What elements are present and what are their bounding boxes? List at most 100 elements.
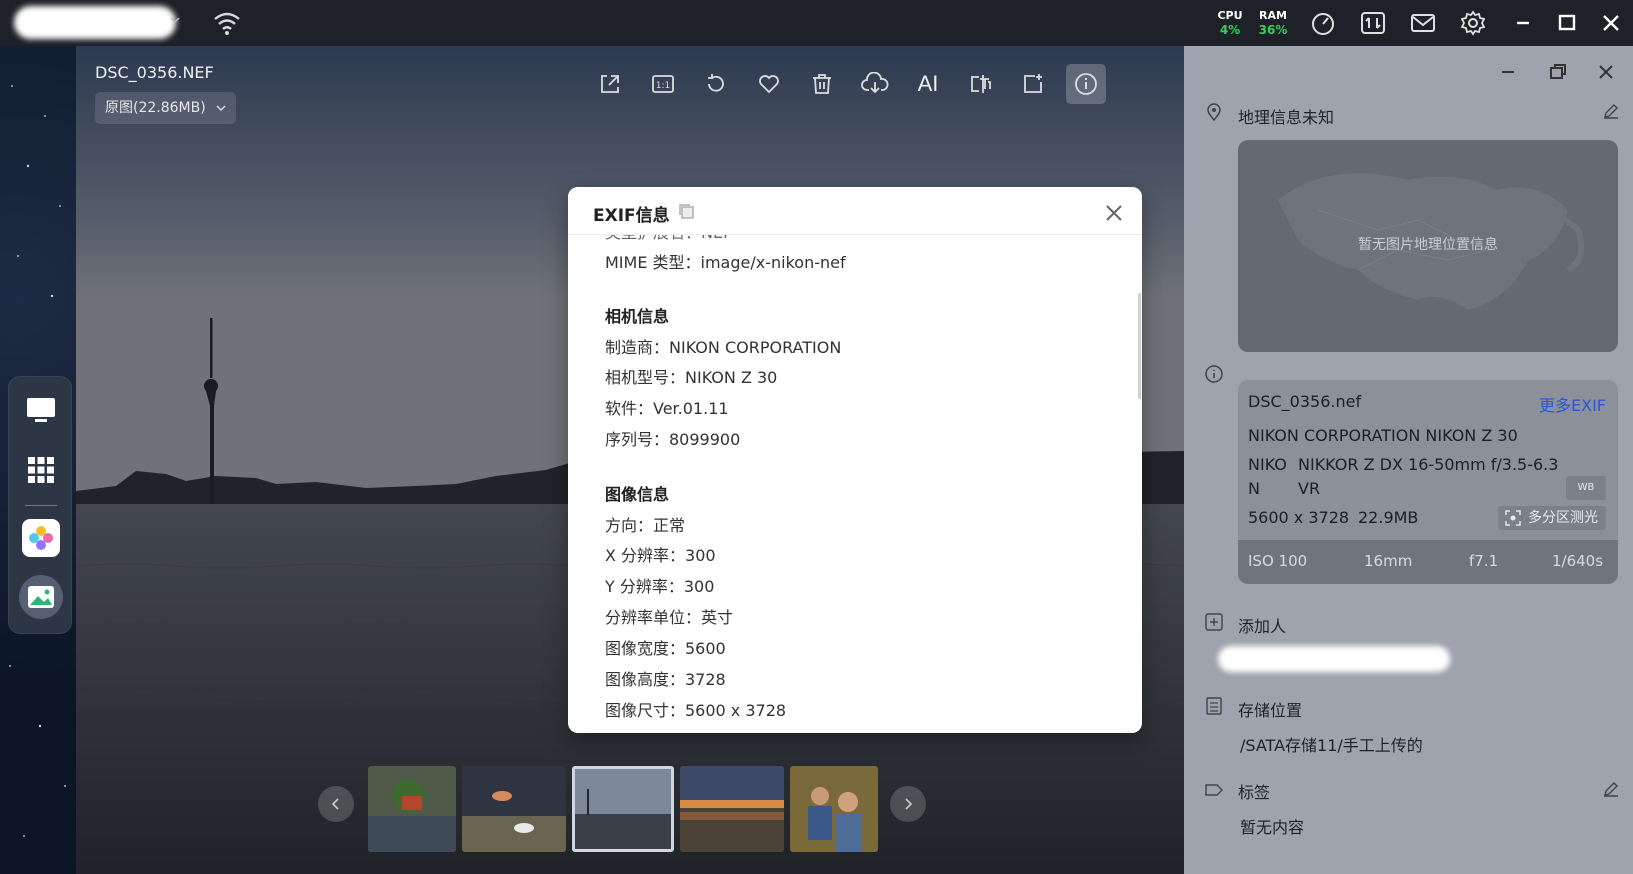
top-bar: CPU 4% RAM 36% bbox=[0, 0, 1633, 46]
white-balance-badge: WB bbox=[1566, 476, 1606, 500]
white-balance-label: WB bbox=[1577, 482, 1595, 493]
ai-button[interactable]: AI bbox=[908, 64, 948, 104]
rotate-button[interactable] bbox=[696, 64, 736, 104]
exif-focal-length: 16mm bbox=[1364, 552, 1413, 570]
panel-close-icon[interactable] bbox=[1594, 60, 1618, 84]
dock-gallery-app[interactable] bbox=[19, 575, 63, 619]
thumbnail-image bbox=[790, 766, 878, 852]
add-to-album-icon bbox=[1024, 74, 1042, 93]
location-map[interactable]: 暂无图片地理位置信息 bbox=[1238, 140, 1618, 352]
ram-stat[interactable]: RAM 36% bbox=[1253, 9, 1293, 37]
maximize-icon[interactable] bbox=[1554, 10, 1580, 36]
file-title: DSC_0356.NEF bbox=[95, 63, 214, 82]
account-pill[interactable] bbox=[14, 6, 176, 39]
monitor-icon bbox=[27, 398, 55, 422]
info-circle-icon bbox=[1205, 365, 1223, 383]
chevron-down-icon bbox=[216, 105, 226, 112]
close-icon[interactable] bbox=[1598, 10, 1624, 36]
prev-photo-button[interactable] bbox=[318, 786, 354, 822]
size-select-label: 原图(22.86MB) bbox=[105, 100, 206, 116]
cpu-stat[interactable]: CPU 4% bbox=[1210, 9, 1250, 37]
cpu-value: 4% bbox=[1219, 23, 1241, 37]
location-pin-icon bbox=[1207, 103, 1221, 122]
exif-lens-brand-line1: NIKO bbox=[1248, 455, 1287, 474]
gear-icon[interactable] bbox=[1460, 10, 1486, 36]
location-title: 地理信息未知 bbox=[1238, 108, 1335, 127]
exif-dialog-header: EXIF信息 bbox=[568, 187, 1142, 235]
mail-icon[interactable] bbox=[1410, 10, 1436, 36]
exif-resolution: 5600 x 3728 bbox=[1248, 508, 1350, 527]
panel-minimize-icon[interactable] bbox=[1496, 60, 1520, 84]
favorite-button[interactable] bbox=[749, 64, 789, 104]
exif-line-dimensions: 图像尺寸：5600 x 3728 bbox=[605, 701, 787, 720]
exif-line-orientation: 方向：正常 bbox=[605, 516, 686, 535]
cpu-label: CPU bbox=[1217, 9, 1243, 22]
tags-title: 标签 bbox=[1238, 783, 1271, 802]
rotate-icon bbox=[708, 74, 724, 92]
thumbnail[interactable] bbox=[368, 766, 456, 852]
exif-filesize: 22.9MB bbox=[1358, 508, 1419, 527]
add-to-album-button[interactable] bbox=[1013, 64, 1053, 104]
chevron-down-icon[interactable] bbox=[170, 15, 180, 25]
dock-desktop[interactable] bbox=[22, 391, 60, 429]
share-button[interactable] bbox=[590, 64, 630, 104]
exif-line-model: 相机型号：NIKON Z 30 bbox=[605, 368, 778, 387]
text-recognition-button[interactable] bbox=[961, 64, 1001, 104]
dialog-close-icon[interactable] bbox=[1104, 203, 1124, 223]
storage-path[interactable]: /SATA存储11/手工上传的 bbox=[1240, 732, 1423, 756]
add-person-label[interactable]: 添加人 bbox=[1238, 613, 1286, 637]
exif-line-software: 软件：Ver.01.11 bbox=[605, 399, 729, 418]
resource-monitor-icon[interactable] bbox=[1360, 10, 1386, 36]
metering-badge: 多分区测光 bbox=[1498, 506, 1606, 530]
dock-photos-app[interactable] bbox=[22, 519, 60, 557]
thumbnail-image bbox=[368, 766, 456, 852]
ram-label: RAM bbox=[1259, 9, 1287, 22]
add-person-icon[interactable] bbox=[1204, 612, 1224, 632]
wifi-icon[interactable] bbox=[212, 10, 242, 36]
chevron-right-icon bbox=[905, 798, 913, 810]
thumbnail-image bbox=[680, 766, 784, 852]
ram-value: 36% bbox=[1258, 23, 1288, 37]
speedometer-icon[interactable] bbox=[1310, 10, 1336, 36]
exif-lens-model-line2: VR bbox=[1298, 479, 1321, 498]
info-icon bbox=[1075, 73, 1097, 95]
exif-file-name: DSC_0356.nef bbox=[1248, 392, 1362, 411]
exif-lens-model-line1: NIKKOR Z DX 16-50mm f/3.5-6.3 bbox=[1298, 455, 1559, 474]
thumbnail-image bbox=[575, 769, 671, 849]
dock-app-grid[interactable] bbox=[22, 451, 60, 489]
minimize-icon[interactable] bbox=[1510, 10, 1536, 36]
app-dock bbox=[8, 376, 72, 634]
exif-line-width: 图像宽度：5600 bbox=[605, 639, 726, 658]
more-exif-link[interactable]: 更多EXIF bbox=[1539, 392, 1606, 416]
edit-location-icon[interactable] bbox=[1602, 102, 1620, 120]
size-select[interactable]: 原图(22.86MB) bbox=[95, 92, 236, 124]
tag-icon bbox=[1205, 784, 1223, 796]
panel-restore-icon[interactable] bbox=[1546, 60, 1570, 84]
flower-icon bbox=[29, 526, 53, 550]
trash-icon bbox=[813, 74, 831, 94]
info-button[interactable] bbox=[1066, 64, 1106, 104]
exif-aperture: f7.1 bbox=[1469, 552, 1499, 570]
tags-value: 暂无内容 bbox=[1240, 818, 1305, 837]
actual-size-icon: 1:1 bbox=[652, 75, 674, 93]
exif-lens-brand-line2: N bbox=[1248, 479, 1260, 498]
next-photo-button[interactable] bbox=[890, 786, 926, 822]
copy-icon[interactable] bbox=[677, 202, 695, 220]
cloud-download-button[interactable] bbox=[855, 64, 895, 104]
map-empty-text: 暂无图片地理位置信息 bbox=[1358, 237, 1498, 253]
dialog-scrollbar[interactable] bbox=[1138, 293, 1141, 399]
metering-label: 多分区测光 bbox=[1528, 510, 1598, 526]
actual-size-button[interactable]: 1:1 bbox=[643, 64, 683, 104]
edit-tags-icon[interactable] bbox=[1602, 780, 1620, 798]
thumbnail[interactable] bbox=[680, 766, 784, 852]
storage-title: 存储位置 bbox=[1238, 701, 1303, 720]
delete-button[interactable] bbox=[802, 64, 842, 104]
thumbnail[interactable] bbox=[462, 766, 566, 852]
thumbnail-selected[interactable] bbox=[572, 766, 674, 852]
exif-section-image: 图像信息 bbox=[605, 485, 670, 504]
thumbnail[interactable] bbox=[790, 766, 878, 852]
exif-line-height: 图像高度：3728 bbox=[605, 670, 726, 689]
exif-section-camera: 相机信息 bbox=[605, 307, 670, 326]
chevron-left-icon bbox=[331, 798, 339, 810]
desktop-wallpaper bbox=[0, 46, 80, 874]
